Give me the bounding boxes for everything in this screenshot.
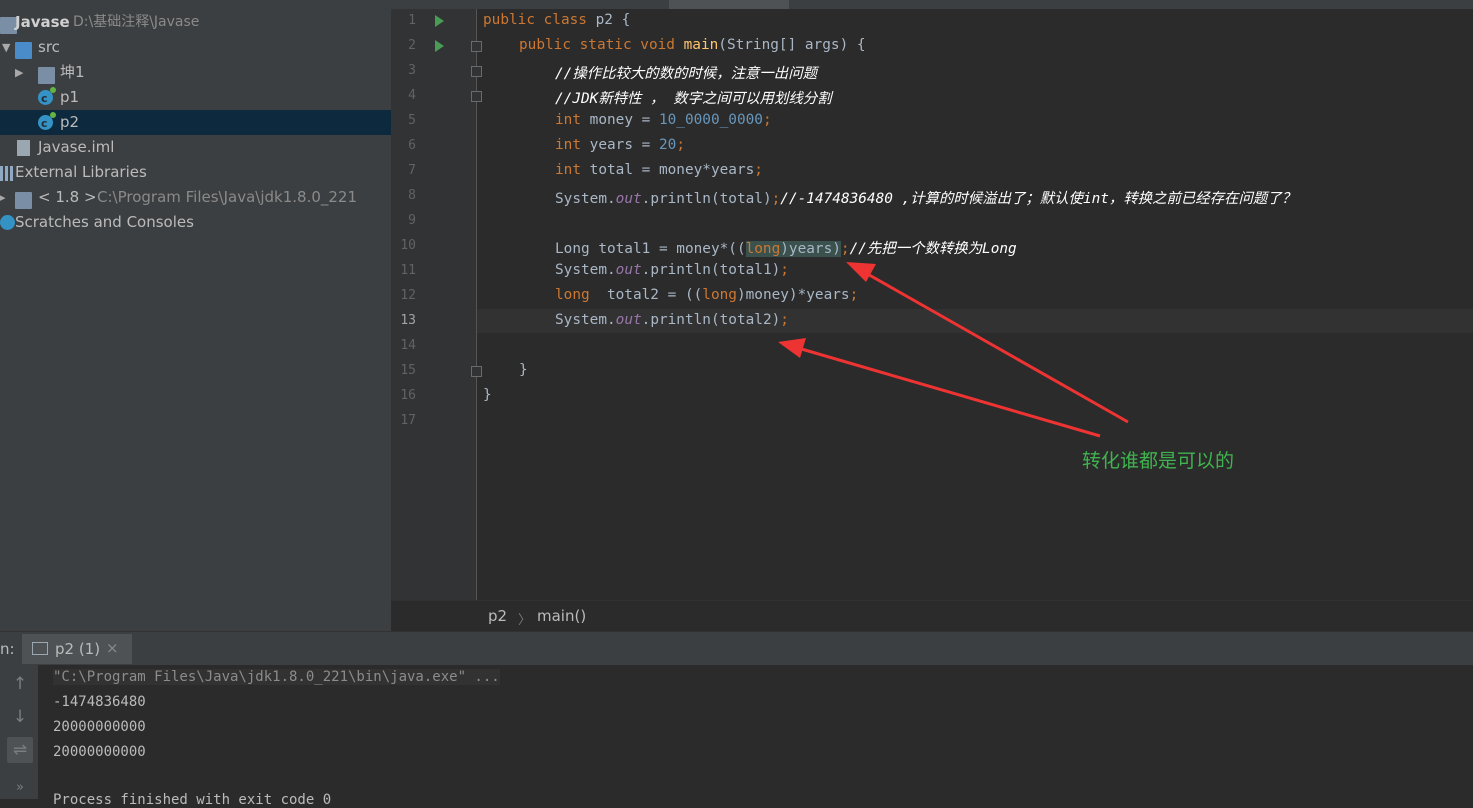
- more-icon[interactable]: »: [7, 775, 33, 801]
- line-number: 14: [400, 338, 416, 353]
- run-label: n:: [0, 640, 15, 658]
- fold-icon[interactable]: [471, 91, 482, 102]
- console-line-partial: Process finished with exit code 0: [53, 792, 332, 808]
- chevron-down-icon[interactable]: ▼: [2, 35, 10, 60]
- tree-package[interactable]: ▶ 坤1: [0, 60, 391, 85]
- breadcrumb: p2 〉 main(): [391, 600, 1473, 632]
- src-label: src: [38, 38, 60, 56]
- console-output[interactable]: "C:\Program Files\Java\jdk1.8.0_221\bin\…: [38, 665, 1473, 808]
- line-number: 10: [400, 238, 416, 253]
- line-number: 2: [408, 38, 416, 53]
- run-tab-label: p2 (1): [55, 640, 101, 658]
- code-line-8: System.out.println(total);//-1474836480 …: [555, 191, 1297, 207]
- run-tab[interactable]: p2 (1) ×: [22, 634, 132, 664]
- breadcrumb-separator: 〉: [518, 613, 532, 628]
- chevron-right-icon[interactable]: ▸: [0, 185, 6, 210]
- code-line-1: public class p2 {: [483, 12, 631, 28]
- class-label: p1: [60, 88, 80, 106]
- fold-icon[interactable]: [471, 366, 482, 377]
- file-icon: [17, 140, 30, 156]
- ext-label: External Libraries: [15, 163, 147, 181]
- root-name: Javase: [15, 13, 70, 31]
- class-icon: c: [38, 87, 56, 105]
- run-toolbar: ↑ ↓ ⇌ »: [0, 665, 38, 799]
- tree-scratches[interactable]: Scratches and Consoles: [0, 210, 391, 235]
- console-line: -1474836480: [53, 694, 146, 710]
- code-line-2: public static void main(String[] args) {: [519, 37, 866, 53]
- console-line-command: "C:\Program Files\Java\jdk1.8.0_221\bin\…: [53, 669, 500, 685]
- tree-root[interactable]: Javase D:\基础注释\Javase: [0, 10, 391, 35]
- line-number: 5: [408, 113, 416, 128]
- line-number: 7: [408, 163, 416, 178]
- code-line-13: System.out.println(total2);: [555, 312, 789, 328]
- console-line: 20000000000: [53, 744, 146, 760]
- tree-class-p2[interactable]: c p2: [0, 110, 391, 135]
- code-line-6: int years = 20;: [555, 137, 685, 153]
- jdk-path: C:\Program Files\Java\jdk1.8.0_221: [97, 188, 358, 206]
- code-line-12: long total2 = ((long)money)*years;: [555, 287, 859, 303]
- tab-p2[interactable]: [669, 0, 789, 9]
- line-number: 16: [400, 388, 416, 403]
- line-number: 12: [400, 288, 416, 303]
- tree-jdk[interactable]: ▸ < 1.8 > C:\Program Files\Java\jdk1.8.0…: [0, 185, 391, 210]
- package-label: 坤1: [60, 63, 85, 81]
- tree-iml[interactable]: Javase.iml: [0, 135, 391, 160]
- line-number: 13: [400, 313, 416, 328]
- code-line-7: int total = money*years;: [555, 162, 763, 178]
- class-label: p2: [60, 113, 80, 131]
- root-path: D:\基础注释\Javase: [73, 14, 200, 30]
- jdk-folder-icon: [15, 192, 32, 209]
- iml-label: Javase.iml: [38, 138, 115, 156]
- tree-external-libraries[interactable]: External Libraries: [0, 160, 391, 185]
- tree-src[interactable]: ▼ src: [0, 35, 391, 60]
- line-number: 8: [408, 188, 416, 203]
- code-line-16: }: [483, 387, 492, 403]
- code-line-11: System.out.println(total1);: [555, 262, 789, 278]
- line-number: 17: [400, 413, 416, 428]
- code-line-15: }: [519, 362, 528, 378]
- console-icon: [32, 642, 48, 655]
- fold-icon[interactable]: [471, 41, 482, 52]
- scratches-label: Scratches and Consoles: [15, 213, 194, 231]
- close-icon[interactable]: ×: [106, 639, 119, 657]
- project-panel: Javase D:\基础注释\Javase ▼ src ▶ 坤1 c p1 c …: [0, 0, 391, 631]
- code-line-5: int money = 10_0000_0000;: [555, 112, 772, 128]
- console-line: 20000000000: [53, 719, 146, 735]
- class-icon: c: [38, 112, 56, 130]
- chevron-right-icon[interactable]: ▶: [15, 60, 23, 85]
- line-number: 15: [400, 363, 416, 378]
- line-number: 4: [408, 88, 416, 103]
- code-line-4: //JDK新特性 ， 数字之间可以用划线分割: [555, 91, 832, 107]
- line-number: 3: [408, 63, 416, 78]
- library-icon: [0, 166, 15, 181]
- package-icon: [38, 67, 55, 84]
- arrow-up-icon[interactable]: ↑: [7, 671, 33, 697]
- line-number: 9: [408, 213, 416, 228]
- line-number: 1: [408, 13, 416, 28]
- breadcrumb-class[interactable]: p2: [488, 607, 507, 625]
- folder-icon: [15, 42, 32, 59]
- code-line-10: Long total1 = money*((long)years);//先把一个…: [555, 241, 1017, 257]
- code-line-3: //操作比较大的数的时候，注意一出问题: [555, 66, 817, 82]
- jdk-name: < 1.8 >: [38, 188, 97, 206]
- code-editor[interactable]: 1 2 3 4 5 6 7 8 9 10 11 12 13 14 15 16 17 public class p…: [391, 0, 1473, 600]
- arrow-down-icon[interactable]: ↓: [7, 704, 33, 730]
- soft-wrap-icon[interactable]: ⇌: [7, 737, 33, 763]
- line-number: 6: [408, 138, 416, 153]
- run-icon[interactable]: [435, 15, 444, 27]
- editor-tabs: [391, 0, 1473, 9]
- line-number: 11: [400, 263, 416, 278]
- annotation-note: 转化谁都是可以的: [1082, 450, 1235, 472]
- run-panel-header: n: p2 (1) ×: [0, 631, 1473, 666]
- breadcrumb-method[interactable]: main(): [537, 607, 586, 625]
- tree-class-p1[interactable]: c p1: [0, 85, 391, 110]
- scratches-icon: [0, 215, 15, 230]
- run-icon[interactable]: [435, 40, 444, 52]
- fold-icon[interactable]: [471, 66, 482, 77]
